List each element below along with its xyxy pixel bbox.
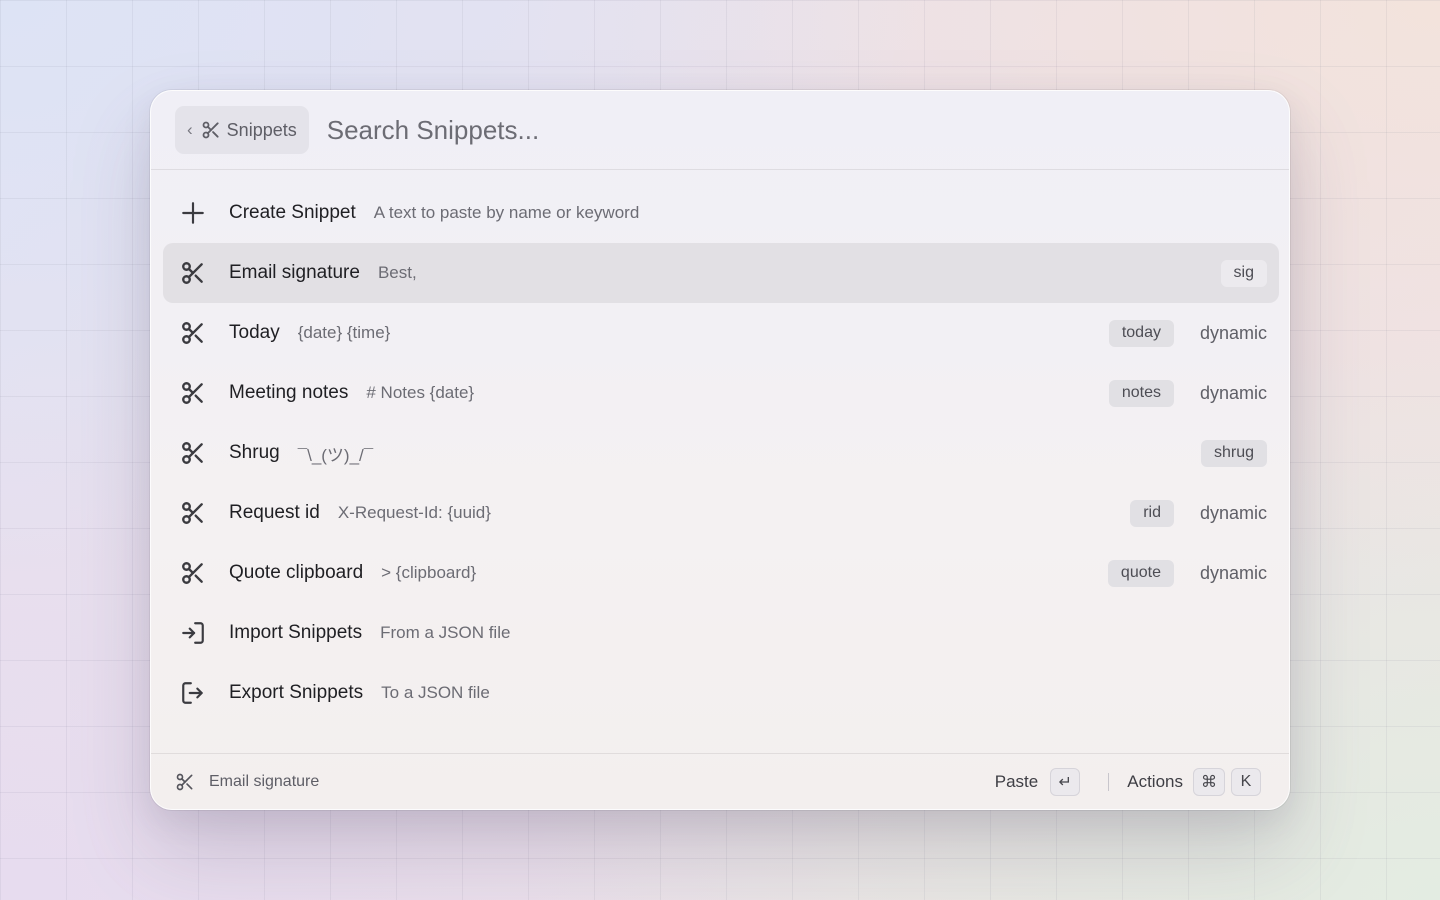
list-item[interactable]: Meeting notes # Notes {date} notes dynamic xyxy=(163,363,1279,423)
footer-divider xyxy=(1108,772,1110,791)
scissors-icon xyxy=(177,437,209,469)
k-key: K xyxy=(1231,767,1261,796)
item-title: Create Snippet xyxy=(229,202,356,223)
keyword-tag: notes xyxy=(1108,379,1174,407)
item-accessories: quote dynamic xyxy=(1107,559,1267,587)
footer-bar: Email signature Paste ↵ Actions ⌘ K xyxy=(151,753,1289,809)
item-accessories: sig xyxy=(1220,259,1267,287)
item-subtitle: Best, xyxy=(377,263,417,282)
item-subtitle: To a JSON file xyxy=(381,683,490,702)
list-item[interactable]: Create Snippet A text to paste by name or… xyxy=(163,183,1279,243)
results-list: Create Snippet A text to paste by name or… xyxy=(163,183,1279,723)
search-input[interactable] xyxy=(326,114,1027,146)
item-title: Import Snippets xyxy=(229,622,363,643)
item-subtitle: > {clipboard} xyxy=(381,563,477,582)
scissors-icon xyxy=(175,772,195,792)
list-item[interactable]: Today {date} {time} today dynamic xyxy=(163,303,1279,363)
list-item[interactable]: Import Snippets From a JSON file xyxy=(163,603,1279,663)
scissors-icon xyxy=(177,377,209,409)
item-subtitle: X-Request-Id: {uuid} xyxy=(337,503,491,522)
return-key-icon: ↵ xyxy=(1050,767,1081,796)
item-title: Shrug xyxy=(229,442,280,463)
item-accessories: shrug xyxy=(1200,439,1267,467)
footer-actions: Paste ↵ Actions ⌘ K xyxy=(995,767,1261,796)
item-title: Today xyxy=(229,322,280,343)
list-item[interactable]: Shrug ¯\_(ツ)_/¯ shrug xyxy=(163,423,1279,483)
selected-item-name: Email signature xyxy=(209,772,320,790)
actions-button[interactable]: Actions xyxy=(1127,772,1183,792)
item-accessories: notes dynamic xyxy=(1108,379,1267,407)
scope-label: Snippets xyxy=(226,119,297,140)
snippet-kind-label: dynamic xyxy=(1199,382,1267,403)
scissors-icon xyxy=(177,257,209,289)
import-icon xyxy=(177,617,209,649)
scissors-icon xyxy=(177,317,209,349)
item-subtitle: {date} {time} xyxy=(297,323,391,342)
chevron-left-icon: ‹ xyxy=(187,120,193,139)
scissors-icon xyxy=(177,557,209,589)
snippet-kind-label: dynamic xyxy=(1199,562,1267,583)
export-icon xyxy=(177,677,209,709)
keyword-tag: rid xyxy=(1130,499,1174,527)
keyword-tag: quote xyxy=(1107,559,1174,587)
item-title: Quote clipboard xyxy=(229,562,364,583)
list-item[interactable]: Request id X-Request-Id: {uuid} rid dynamic xyxy=(163,483,1279,543)
snippet-kind-label: dynamic xyxy=(1199,322,1267,343)
item-title: Meeting notes xyxy=(229,382,349,403)
list-item[interactable]: Email signature Best, sig xyxy=(163,243,1279,303)
keyword-tag: sig xyxy=(1220,259,1267,287)
search-bar: ‹ Snippets xyxy=(151,91,1289,170)
item-accessories: today dynamic xyxy=(1108,319,1267,347)
item-subtitle: A text to paste by name or keyword xyxy=(373,203,640,222)
snippets-window: ‹ Snippets Create Snippet A text to paste… xyxy=(150,90,1290,810)
command-key-icon: ⌘ xyxy=(1193,767,1225,796)
scissors-icon xyxy=(177,497,209,529)
keyword-tag: shrug xyxy=(1200,439,1267,467)
item-title: Request id xyxy=(229,502,320,523)
plus-icon xyxy=(177,197,209,229)
item-title: Export Snippets xyxy=(229,682,364,703)
paste-button[interactable]: Paste xyxy=(995,772,1038,792)
item-accessories: rid dynamic xyxy=(1130,499,1267,527)
item-title: Email signature xyxy=(229,262,360,283)
scissors-icon xyxy=(201,120,221,140)
item-subtitle: # Notes {date} xyxy=(366,383,475,402)
keyword-tag: today xyxy=(1108,319,1174,347)
item-subtitle: ¯\_(ツ)_/¯ xyxy=(297,445,374,465)
scope-back-button[interactable]: ‹ Snippets xyxy=(175,106,309,154)
list-item[interactable]: Quote clipboard > {clipboard} quote dynamic xyxy=(163,543,1279,603)
list-item[interactable]: Export Snippets To a JSON file xyxy=(163,663,1279,723)
snippet-kind-label: dynamic xyxy=(1199,502,1267,523)
item-subtitle: From a JSON file xyxy=(380,623,511,642)
